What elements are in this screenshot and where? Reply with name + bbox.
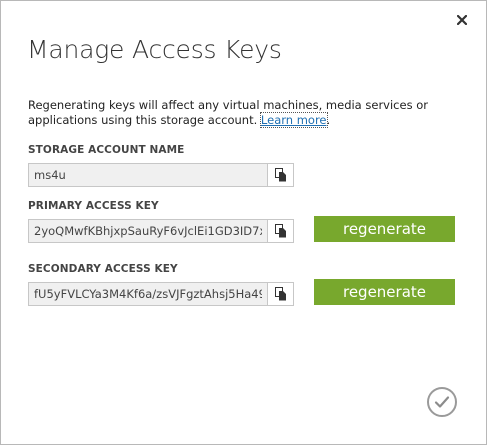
checkmark-icon bbox=[434, 396, 450, 408]
storage-account-name-input[interactable] bbox=[28, 163, 268, 187]
primary-access-key-field bbox=[28, 219, 294, 243]
copy-storage-account-name-button[interactable] bbox=[268, 163, 294, 187]
copy-icon bbox=[274, 168, 286, 182]
close-icon bbox=[457, 15, 467, 25]
dialog-description: Regenerating keys will affect any virtua… bbox=[28, 98, 458, 128]
secondary-access-key-label: SECONDARY ACCESS KEY bbox=[28, 263, 178, 275]
copy-icon bbox=[274, 224, 286, 238]
close-button[interactable] bbox=[452, 10, 472, 30]
storage-account-name-label: STORAGE ACCOUNT NAME bbox=[28, 144, 185, 156]
regenerate-primary-button[interactable]: regenerate bbox=[314, 216, 455, 242]
regenerate-secondary-button[interactable]: regenerate bbox=[314, 279, 455, 305]
dialog-title: Manage Access Keys bbox=[27, 35, 282, 64]
ok-button[interactable] bbox=[427, 387, 457, 417]
description-text: Regenerating keys will affect any virtua… bbox=[28, 98, 428, 127]
copy-secondary-access-key-button[interactable] bbox=[268, 282, 294, 306]
manage-access-keys-dialog: Manage Access Keys Regenerating keys wil… bbox=[0, 0, 487, 445]
copy-primary-access-key-button[interactable] bbox=[268, 219, 294, 243]
storage-account-name-field bbox=[28, 163, 294, 187]
learn-more-link[interactable]: Learn more bbox=[259, 112, 328, 128]
secondary-access-key-field bbox=[28, 282, 294, 306]
secondary-access-key-input[interactable] bbox=[28, 282, 268, 306]
primary-access-key-input[interactable] bbox=[28, 219, 268, 243]
copy-icon bbox=[274, 287, 286, 301]
primary-access-key-label: PRIMARY ACCESS KEY bbox=[28, 200, 159, 212]
description-end: . bbox=[326, 113, 331, 127]
